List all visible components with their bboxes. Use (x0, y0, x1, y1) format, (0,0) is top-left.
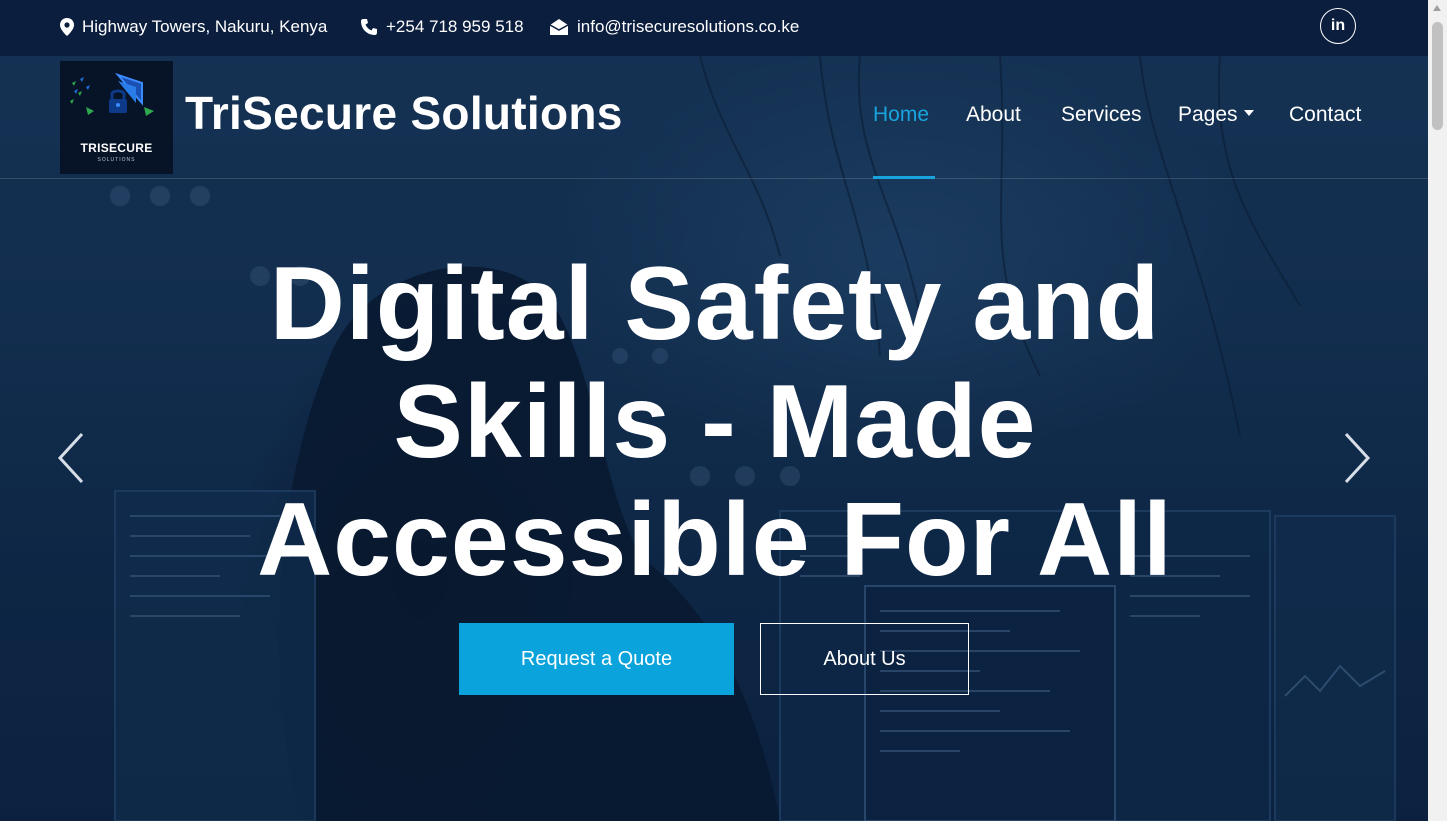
brand-name[interactable]: TriSecure Solutions (185, 86, 623, 140)
shield-lock-icon (70, 72, 154, 116)
request-quote-button[interactable]: Request a Quote (459, 623, 734, 695)
address-text: Highway Towers, Nakuru, Kenya (82, 17, 328, 36)
caret-down-icon (1243, 110, 1254, 117)
nav-item-pages[interactable]: Pages (1178, 103, 1254, 127)
scrollbar-thumb[interactable] (1432, 22, 1443, 130)
email-text: info@trisecuresolutions.co.ke (577, 17, 800, 36)
scroll-up-icon[interactable] (1433, 5, 1441, 11)
hero-headline-line: Digital Safety and (269, 246, 1161, 362)
phone-info[interactable]: +254 718 959 518 (360, 17, 524, 37)
nav-item-services[interactable]: Services (1061, 103, 1142, 127)
active-nav-indicator (873, 176, 935, 179)
hero-headline-line: Accessible For All (257, 482, 1173, 598)
linkedin-icon: in (1330, 17, 1346, 34)
chevron-right-icon (1344, 432, 1371, 484)
map-marker-icon (60, 18, 74, 36)
email-info[interactable]: info@trisecuresolutions.co.ke (549, 17, 799, 37)
main-navbar: TRISECURE SOLUTIONS TriSecure Solutions … (0, 56, 1428, 179)
nav-item-about[interactable]: About (966, 103, 1021, 127)
top-info-bar: Highway Towers, Nakuru, Kenya +254 718 9… (0, 0, 1428, 56)
about-us-button[interactable]: About Us (760, 623, 969, 695)
nav-item-contact[interactable]: Contact (1289, 103, 1361, 127)
logo[interactable]: TRISECURE SOLUTIONS (60, 61, 173, 174)
nav-item-pages-label: Pages (1178, 103, 1238, 126)
hero-headline: Digital Safety and Skills - Made Accessi… (200, 245, 1230, 599)
nav-item-home[interactable]: Home (873, 103, 929, 127)
address-info: Highway Towers, Nakuru, Kenya (60, 17, 327, 37)
chevron-left-icon (57, 432, 84, 484)
logo-subtext: SOLUTIONS (97, 157, 136, 163)
phone-text: +254 718 959 518 (386, 17, 524, 36)
page: Highway Towers, Nakuru, Kenya +254 718 9… (0, 0, 1428, 821)
hero-headline-line: Skills - Made (393, 364, 1037, 480)
phone-icon (360, 18, 378, 36)
envelope-open-icon (549, 18, 569, 36)
logo-text: TRISECURE (80, 141, 153, 155)
carousel-prev-button[interactable] (56, 432, 86, 489)
page-scrollbar[interactable] (1428, 0, 1447, 821)
linkedin-button[interactable]: in (1320, 8, 1356, 44)
carousel-next-button[interactable] (1342, 432, 1372, 489)
